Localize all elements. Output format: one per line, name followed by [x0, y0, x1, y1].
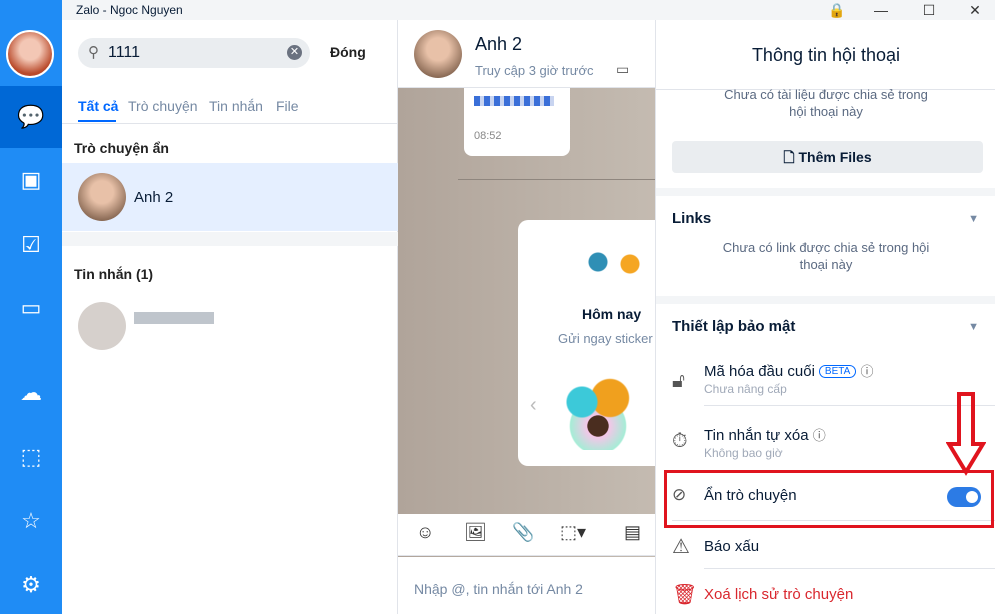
contact-name: Anh 2 [134, 189, 174, 206]
file-icon: 🗋 [783, 149, 799, 165]
screenshot-icon[interactable]: ⬚ [16, 442, 46, 472]
help-icon[interactable]: ⓘ [860, 364, 873, 379]
chat-status: Truy cập 3 giờ trước [475, 63, 594, 78]
avatar[interactable] [414, 30, 462, 78]
tab-files[interactable]: File [276, 98, 299, 114]
e2e-label: Mã hóa đầu cuối [704, 363, 815, 380]
chat-header: Anh 2 Truy cập 3 giờ trước ▭ [398, 20, 655, 88]
sticker-image[interactable] [558, 370, 638, 450]
hidden-section-title: Trò chuyện ẩn [74, 140, 169, 156]
blurred-avatar[interactable] [78, 302, 126, 350]
sidebar-nav: 💬 ▣ ☑ ▭ ☁ ⬚ ☆ ⚙ [0, 0, 62, 614]
trash-icon: 🗑 [672, 584, 698, 606]
avatar [78, 173, 126, 221]
search-icon: ⚲ [88, 44, 99, 61]
caret-down-icon[interactable]: ▼ [968, 213, 979, 225]
caret-down-icon[interactable]: ▼ [968, 321, 979, 333]
tab-all[interactable]: Tất cả [78, 98, 118, 114]
divider [62, 123, 398, 124]
warning-icon: ⚠ [672, 536, 690, 558]
birthday-card[interactable]: Hôm nay Gửi ngay sticker ‹ [518, 220, 668, 466]
image-icon[interactable]: 🖼 [464, 522, 487, 543]
chat-name[interactable]: Anh 2 [475, 34, 522, 55]
card-subtitle: Gửi ngay sticker [558, 331, 653, 346]
timer-icon: ⏱ [672, 430, 688, 452]
minimize-button[interactable]: — [866, 0, 896, 20]
todo-icon[interactable]: ☑ [16, 230, 46, 260]
sticker-icon[interactable]: ☺ [416, 522, 434, 543]
blurred-text [474, 96, 554, 106]
clear-search-icon[interactable]: ✕ [287, 45, 302, 60]
beta-badge: BETA [818, 365, 857, 378]
blurred-message [134, 312, 214, 324]
divider [704, 568, 995, 569]
panel-title: Thông tin hội thoại [656, 20, 995, 90]
search-value: 1111 [108, 44, 141, 61]
card-title: Hôm nay [582, 306, 642, 322]
files-empty-text: Chưa có tài liệu được chia sẻ trong hội … [724, 87, 928, 119]
star-icon[interactable]: ☆ [16, 506, 46, 536]
messages-section-title: Tin nhắn (1) [74, 266, 154, 282]
chat-icon[interactable]: 💬 [16, 102, 46, 132]
auto-delete-row[interactable]: Tin nhắn tự xóa ⓘ [704, 425, 826, 444]
contact-card-icon[interactable]: ▤ [624, 522, 641, 543]
chevron-left-icon[interactable]: ‹ [530, 394, 537, 417]
e2e-status: Chưa nâng cấp [704, 382, 787, 396]
tab-messages[interactable]: Tin nhắn [209, 98, 263, 114]
video-icon[interactable]: ▭ [16, 293, 46, 323]
auto-delete-label: Tin nhắn tự xóa [704, 427, 809, 444]
close-search-button[interactable]: Đóng [330, 44, 366, 60]
highlight-arrow [946, 392, 986, 476]
contacts-icon[interactable]: ▣ [16, 165, 46, 195]
divider [656, 188, 995, 196]
help-icon[interactable]: ⓘ [813, 428, 826, 443]
attachment-icon[interactable]: 📎 [512, 522, 534, 543]
maximize-button[interactable]: ☐ [914, 0, 944, 20]
delete-history-button[interactable]: Xoá lịch sử trò chuyện [704, 586, 853, 603]
report-button[interactable]: Báo xấu [704, 538, 759, 555]
tab-indicator [78, 120, 116, 122]
search-panel: ⚲ 1111 ✕ Đóng Tất cả Trò chuyện Tin nhắn… [62, 20, 398, 614]
cloud-icon[interactable]: ☁ [16, 378, 46, 408]
auto-delete-status: Không bao giờ [704, 446, 783, 460]
e2e-encryption-row[interactable]: Mã hóa đầu cuối BETA ⓘ [704, 361, 874, 380]
chat-toolbar: ☺ 🖼 📎 ⬚▾ ▤ [398, 514, 655, 556]
lock-icon[interactable]: 🔒 [822, 0, 852, 20]
tab-conversations[interactable]: Trò chuyện [128, 98, 198, 114]
balloons-image [518, 220, 668, 280]
tag-icon[interactable]: ▭ [616, 61, 629, 78]
add-files-button[interactable]: 🗋 Thêm Files [672, 141, 983, 173]
security-title[interactable]: Thiết lập bảo mật [672, 318, 795, 335]
screenshot-icon[interactable]: ⬚▾ [560, 522, 586, 543]
divider [656, 296, 995, 304]
message-bubble: 08:52 [464, 88, 570, 156]
settings-icon[interactable]: ⚙ [16, 570, 46, 600]
unlock-icon: 🔓︎ [672, 370, 685, 392]
window-title: Zalo - Ngoc Nguyen [76, 3, 183, 17]
chat-area: Anh 2 Truy cập 3 giờ trước ▭ 08:52 Hôm n… [398, 20, 668, 614]
divider [62, 232, 398, 246]
links-empty-text: Chưa có link được chia sẻ trong hội thoạ… [722, 240, 930, 272]
title-bar: Zalo - Ngoc Nguyen [62, 0, 995, 20]
message-input[interactable]: Nhập @, tin nhắn tới Anh 2 [398, 557, 655, 614]
list-item[interactable]: Anh 2 [62, 163, 398, 231]
highlight-box [664, 470, 994, 528]
close-window-button[interactable]: ✕ [960, 0, 990, 20]
links-title[interactable]: Links [672, 210, 711, 227]
avatar[interactable] [6, 30, 54, 78]
add-files-label: Thêm Files [798, 149, 872, 165]
search-input[interactable]: ⚲ 1111 ✕ [78, 38, 310, 68]
message-time: 08:52 [474, 130, 502, 142]
divider [458, 179, 655, 180]
